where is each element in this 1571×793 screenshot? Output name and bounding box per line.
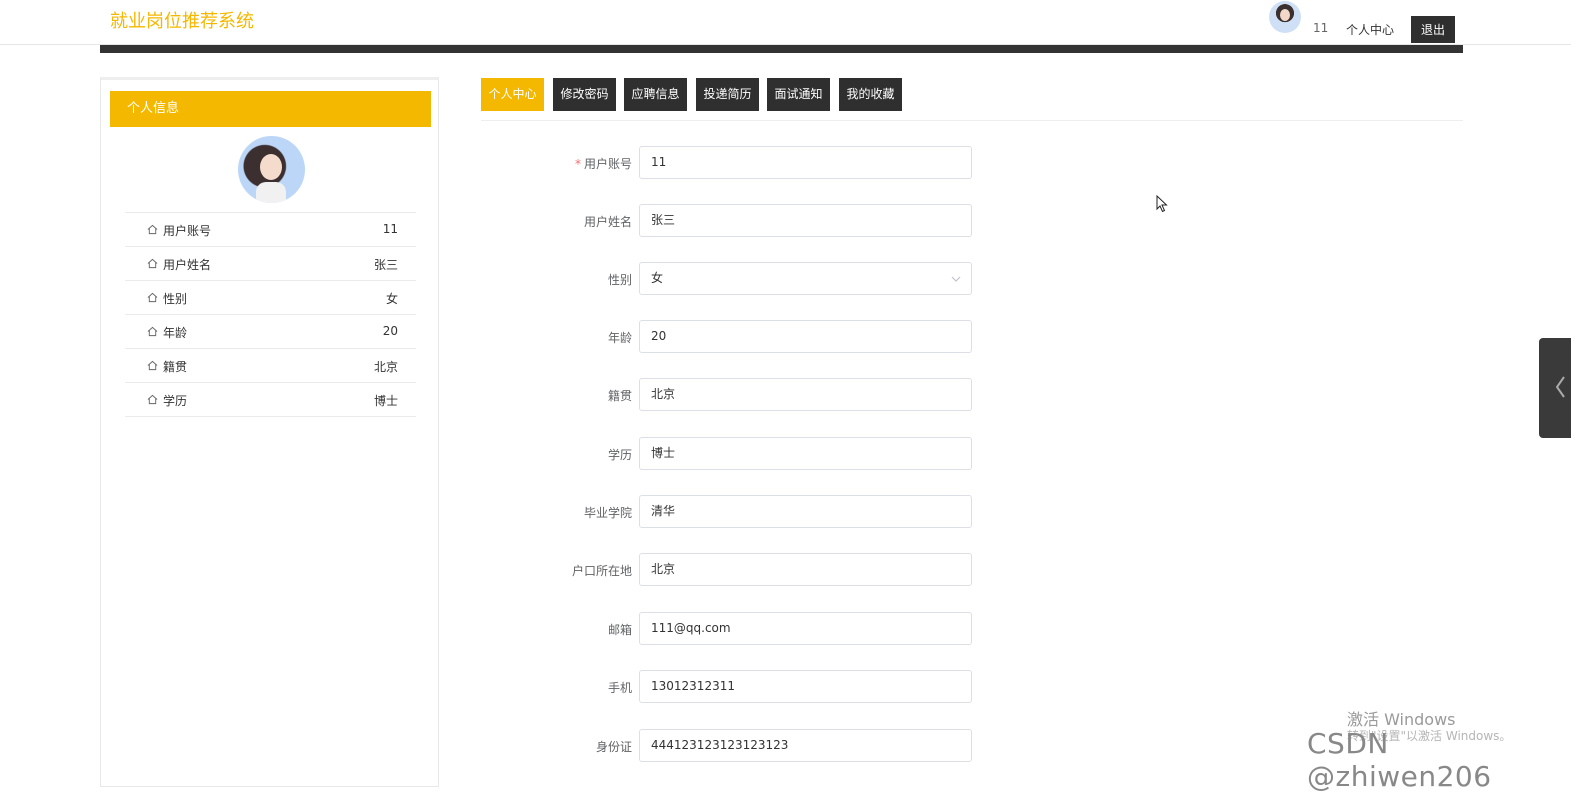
idcard-label: 身份证 — [595, 740, 632, 754]
csdn-watermark: CSDN @zhiwen206 — [1307, 727, 1492, 793]
form-row-education: 学历 博士 — [520, 437, 980, 470]
user-avatar[interactable] — [1269, 1, 1301, 33]
list-item: 用户账号 11 — [125, 213, 416, 247]
tab-interview-notice[interactable]: 面试通知 — [767, 78, 830, 111]
info-label: 年龄 — [163, 326, 188, 340]
info-value: 北京 — [373, 360, 398, 374]
home-icon — [147, 360, 158, 371]
info-label: 性别 — [163, 292, 188, 306]
tab-personal-center[interactable]: 个人中心 — [481, 78, 544, 111]
tabs-divider — [481, 120, 1463, 121]
form-row-gender: 性别 女 — [520, 262, 980, 295]
info-label: 用户姓名 — [163, 258, 212, 272]
info-label: 用户账号 — [163, 224, 212, 238]
site-brand[interactable]: 就业岗位推荐系统 — [110, 7, 254, 33]
home-icon — [147, 326, 158, 337]
gender-selected-value: 女 — [651, 271, 664, 285]
form-row-age: 年龄 20 — [520, 320, 980, 353]
form-row-school: 毕业学院 清华 — [520, 495, 980, 528]
info-value: 博士 — [373, 394, 398, 408]
account-field[interactable]: 11 — [639, 146, 972, 179]
native-field[interactable]: 北京 — [639, 378, 972, 411]
list-item: 学历 博士 — [125, 383, 416, 417]
form-row-name: 用户姓名 张三 — [520, 204, 980, 237]
phone-field[interactable]: 13012312311 — [639, 670, 972, 703]
mouse-cursor-icon — [1156, 195, 1168, 213]
gender-select[interactable]: 女 — [639, 262, 972, 295]
header-username: 11 — [1313, 21, 1329, 35]
name-label: 用户姓名 — [583, 215, 632, 229]
tab-application-info[interactable]: 应聘信息 — [624, 78, 687, 111]
list-item: 用户姓名 张三 — [125, 247, 416, 281]
form-row-idcard: 身份证 444123123123123123 — [520, 729, 980, 762]
email-label: 邮箱 — [607, 623, 632, 637]
profile-avatar — [238, 136, 305, 203]
home-icon — [147, 224, 158, 235]
top-header: 就业岗位推荐系统 11 个人中心 退出 — [0, 0, 1571, 45]
age-field[interactable]: 20 — [639, 320, 972, 353]
hukou-label: 户口所在地 — [571, 564, 632, 578]
info-label: 学历 — [163, 394, 188, 408]
idcard-field[interactable]: 444123123123123123 — [639, 729, 972, 762]
education-field[interactable]: 博士 — [639, 437, 972, 470]
education-label: 学历 — [607, 448, 632, 462]
form-row-hukou: 户口所在地 北京 — [520, 553, 980, 586]
side-panel-toggle[interactable] — [1539, 338, 1571, 438]
personal-center-link[interactable]: 个人中心 — [1346, 21, 1394, 38]
chevron-down-icon — [951, 276, 961, 282]
gender-label: 性别 — [607, 273, 632, 287]
list-item: 籍贯 北京 — [125, 349, 416, 383]
info-value: 张三 — [373, 258, 398, 272]
native-label: 籍贯 — [607, 389, 632, 403]
info-value: 20 — [382, 324, 398, 338]
info-value: 女 — [385, 292, 398, 306]
school-field[interactable]: 清华 — [639, 495, 972, 528]
chevron-left-icon — [1555, 376, 1565, 398]
home-icon — [147, 292, 158, 303]
form-row-email: 邮箱 111@qq.com — [520, 612, 980, 645]
home-icon — [147, 394, 158, 405]
profile-card-title: 个人信息 — [110, 91, 431, 127]
list-item: 年龄 20 — [125, 315, 416, 349]
logout-button[interactable]: 退出 — [1411, 16, 1455, 43]
info-value: 11 — [382, 222, 398, 236]
info-label: 籍贯 — [163, 360, 188, 374]
profile-card: 个人信息 用户账号 11 用户姓名 张三 性别 女 年龄 20 籍贯 北京 学历… — [100, 77, 439, 787]
form-row-native: 籍贯 北京 — [520, 378, 980, 411]
form-row-phone: 手机 13012312311 — [520, 670, 980, 703]
tab-my-favorites[interactable]: 我的收藏 — [839, 78, 902, 111]
header-divider-bar — [100, 45, 1463, 53]
account-label: * 用户账号 — [574, 157, 632, 171]
email-field[interactable]: 111@qq.com — [639, 612, 972, 645]
age-label: 年龄 — [607, 331, 632, 345]
required-mark: * — [574, 157, 581, 171]
tab-change-password[interactable]: 修改密码 — [553, 78, 616, 111]
name-field[interactable]: 张三 — [639, 204, 972, 237]
form-row-account: * 用户账号 11 — [520, 146, 980, 179]
tab-submit-resume[interactable]: 投递简历 — [696, 78, 759, 111]
home-icon — [147, 258, 158, 269]
profile-info-list: 用户账号 11 用户姓名 张三 性别 女 年龄 20 籍贯 北京 学历 博士 — [125, 212, 416, 417]
list-item: 性别 女 — [125, 281, 416, 315]
phone-label: 手机 — [607, 681, 632, 695]
school-label: 毕业学院 — [583, 506, 632, 520]
hukou-field[interactable]: 北京 — [639, 553, 972, 586]
